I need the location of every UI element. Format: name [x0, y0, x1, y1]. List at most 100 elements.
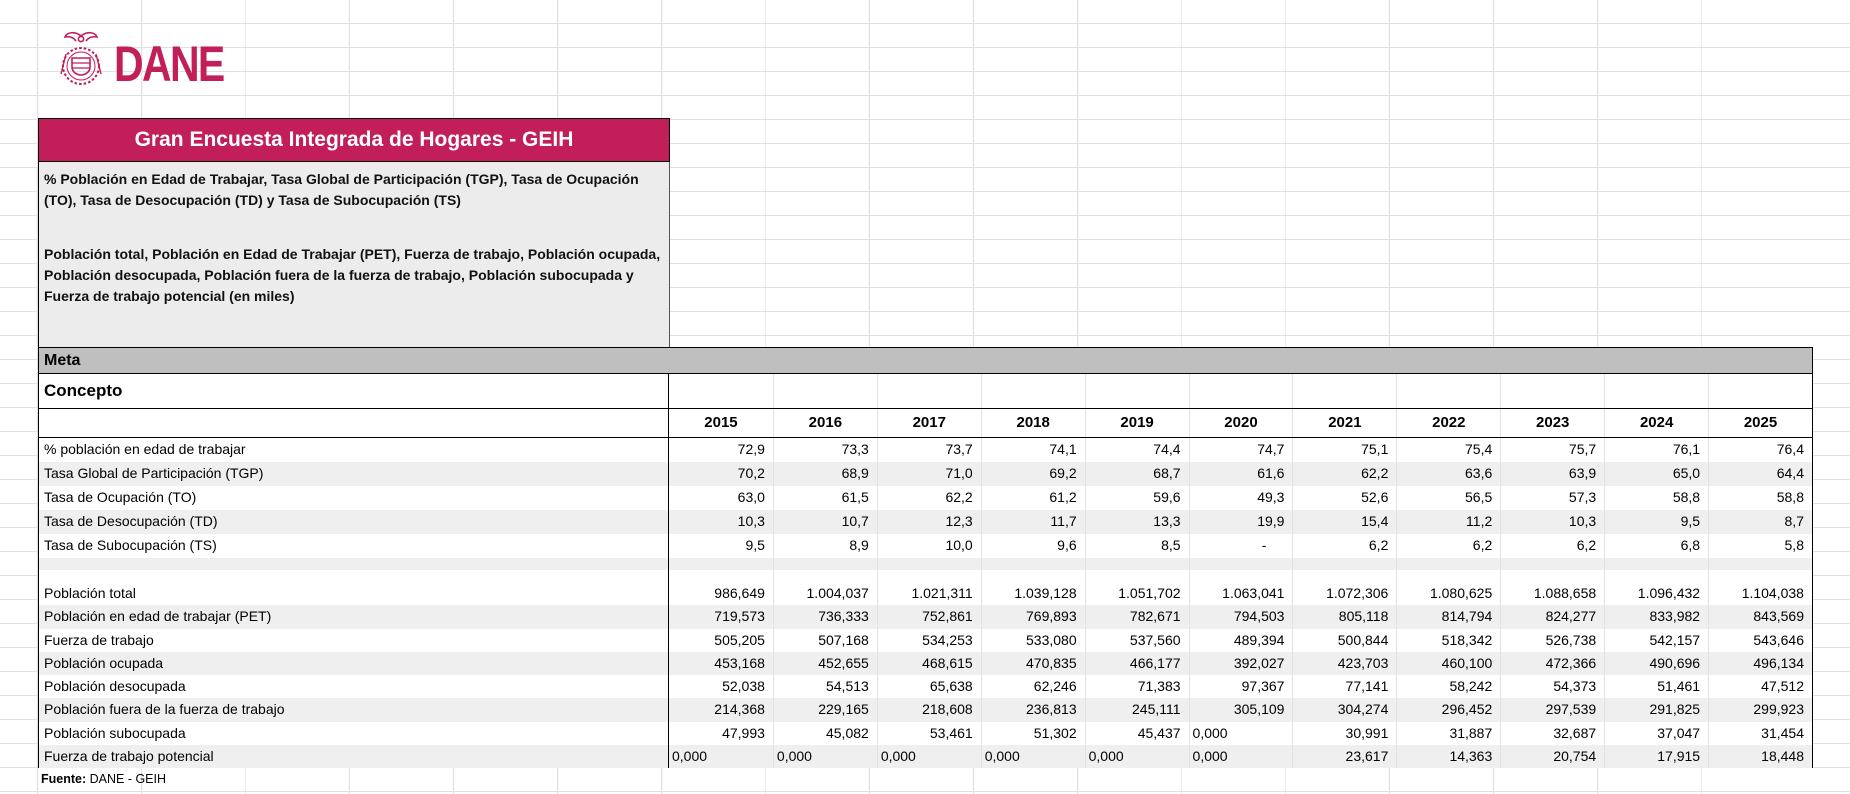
value-cell[interactable]: 0,000 — [1084, 744, 1189, 768]
value-cell[interactable]: 58,8 — [1708, 486, 1812, 510]
value-cell[interactable]: 8,9 — [772, 534, 877, 558]
value-cell[interactable]: 59,6 — [1084, 486, 1189, 510]
value-cell[interactable]: 537,560 — [1084, 628, 1189, 652]
value-cell[interactable]: 49,3 — [1188, 486, 1293, 510]
value-cell[interactable]: 72,9 — [669, 438, 773, 462]
value-cell[interactable]: 65,0 — [1604, 462, 1708, 486]
value-cell[interactable]: 299,923 — [1708, 698, 1812, 722]
value-cell[interactable]: 0,000 — [980, 744, 1085, 768]
value-cell[interactable]: 13,3 — [1084, 510, 1189, 534]
concept-label[interactable]: Tasa de Subocupación (TS) — [39, 534, 669, 558]
year-header-2015[interactable]: 2015 — [669, 409, 773, 437]
value-cell[interactable] — [1396, 558, 1500, 582]
value-cell[interactable]: 63,9 — [1500, 462, 1604, 486]
value-cell[interactable] — [1604, 374, 1708, 408]
value-cell[interactable]: 824,277 — [1500, 605, 1604, 629]
concept-label[interactable]: Tasa de Desocupación (TD) — [39, 510, 669, 534]
value-cell[interactable]: 0,000 — [1188, 744, 1293, 768]
value-cell[interactable]: 62,246 — [980, 675, 1085, 699]
value-cell[interactable] — [1292, 558, 1396, 582]
value-cell[interactable]: 0,000 — [772, 744, 877, 768]
value-cell[interactable]: 6,8 — [1604, 534, 1708, 558]
value-cell[interactable] — [772, 558, 877, 582]
value-cell[interactable]: 47,512 — [1708, 675, 1812, 699]
year-header-2019[interactable]: 2019 — [1084, 409, 1189, 437]
value-cell[interactable]: 17,915 — [1604, 744, 1708, 768]
value-cell[interactable]: 534,253 — [876, 628, 981, 652]
value-cell[interactable]: 64,4 — [1708, 462, 1812, 486]
value-cell[interactable] — [1188, 558, 1293, 582]
value-cell[interactable]: 533,080 — [980, 628, 1085, 652]
concept-label[interactable]: Población subocupada — [39, 721, 669, 745]
value-cell[interactable]: 305,109 — [1188, 698, 1293, 722]
value-cell[interactable] — [1084, 374, 1189, 408]
value-cell[interactable]: 392,027 — [1188, 651, 1293, 675]
value-cell[interactable]: 12,3 — [876, 510, 981, 534]
value-cell[interactable]: 6,2 — [1292, 534, 1396, 558]
value-cell[interactable]: 56,5 — [1396, 486, 1500, 510]
value-cell[interactable]: 236,813 — [980, 698, 1085, 722]
value-cell[interactable]: 8,5 — [1084, 534, 1189, 558]
value-cell[interactable]: 214,368 — [669, 698, 773, 721]
value-cell[interactable]: 5,8 — [1708, 534, 1812, 558]
concept-label[interactable]: % población en edad de trabajar — [39, 438, 669, 462]
value-cell[interactable]: 63,6 — [1396, 462, 1500, 486]
value-cell[interactable]: 75,4 — [1396, 438, 1500, 462]
value-cell[interactable]: 526,738 — [1500, 628, 1604, 652]
value-cell[interactable] — [1292, 374, 1396, 408]
year-header-2017[interactable]: 2017 — [876, 409, 981, 437]
value-cell[interactable]: 61,5 — [772, 486, 877, 510]
value-cell[interactable]: 814,794 — [1396, 605, 1500, 629]
value-cell[interactable]: 518,342 — [1396, 628, 1500, 652]
value-cell[interactable]: 76,1 — [1604, 438, 1708, 462]
value-cell[interactable]: 296,452 — [1396, 698, 1500, 722]
value-cell[interactable] — [980, 374, 1085, 408]
year-header-2021[interactable]: 2021 — [1292, 409, 1396, 437]
value-cell[interactable]: 19,9 — [1188, 510, 1293, 534]
value-cell[interactable]: 542,157 — [1604, 628, 1708, 652]
concept-label[interactable]: Población en edad de trabajar (PET) — [39, 605, 669, 629]
value-cell[interactable]: 1.063,041 — [1188, 582, 1293, 606]
value-cell[interactable]: 32,687 — [1500, 721, 1604, 745]
value-cell[interactable]: 452,655 — [772, 651, 877, 675]
value-cell[interactable]: 23,617 — [1292, 744, 1396, 768]
value-cell[interactable]: 62,2 — [876, 486, 981, 510]
value-cell[interactable]: 500,844 — [1292, 628, 1396, 652]
value-cell[interactable]: 304,274 — [1292, 698, 1396, 722]
value-cell[interactable]: 833,982 — [1604, 605, 1708, 629]
value-cell[interactable]: - — [1188, 534, 1293, 558]
value-cell[interactable]: 9,5 — [669, 534, 773, 558]
value-cell[interactable]: 218,608 — [876, 698, 981, 722]
value-cell[interactable] — [1708, 558, 1812, 582]
value-cell[interactable]: 468,615 — [876, 651, 981, 675]
value-cell[interactable]: 18,448 — [1708, 744, 1812, 768]
value-cell[interactable]: 57,3 — [1500, 486, 1604, 510]
value-cell[interactable]: 73,3 — [772, 438, 877, 462]
value-cell[interactable] — [772, 374, 877, 408]
value-cell[interactable]: 297,539 — [1500, 698, 1604, 722]
value-cell[interactable]: 291,825 — [1604, 698, 1708, 722]
value-cell[interactable]: 74,7 — [1188, 438, 1293, 462]
value-cell[interactable]: 229,165 — [772, 698, 877, 722]
value-cell[interactable]: 769,893 — [980, 605, 1085, 629]
value-cell[interactable] — [876, 374, 981, 408]
region-band[interactable]: Meta — [39, 347, 1812, 374]
value-cell[interactable]: 71,383 — [1084, 675, 1189, 699]
value-cell[interactable]: 0,000 — [1188, 721, 1293, 745]
year-header-corner[interactable] — [39, 409, 669, 437]
value-cell[interactable]: 1.004,037 — [772, 582, 877, 606]
value-cell[interactable] — [1396, 374, 1500, 408]
value-cell[interactable] — [1084, 558, 1189, 582]
value-cell[interactable]: 843,569 — [1708, 605, 1812, 629]
value-cell[interactable]: 10,3 — [1500, 510, 1604, 534]
concept-label[interactable]: Tasa de Ocupación (TO) — [39, 486, 669, 510]
year-header-2018[interactable]: 2018 — [980, 409, 1085, 437]
value-cell[interactable]: 505,205 — [669, 629, 773, 652]
concepto-header-cell[interactable]: Concepto — [39, 374, 669, 408]
value-cell[interactable]: 11,2 — [1396, 510, 1500, 534]
value-cell[interactable]: 65,638 — [876, 675, 981, 699]
value-cell[interactable]: 10,7 — [772, 510, 877, 534]
concept-label[interactable]: Población fuera de la fuerza de trabajo — [39, 698, 669, 722]
value-cell[interactable]: 490,696 — [1604, 651, 1708, 675]
value-cell[interactable]: 58,8 — [1604, 486, 1708, 510]
